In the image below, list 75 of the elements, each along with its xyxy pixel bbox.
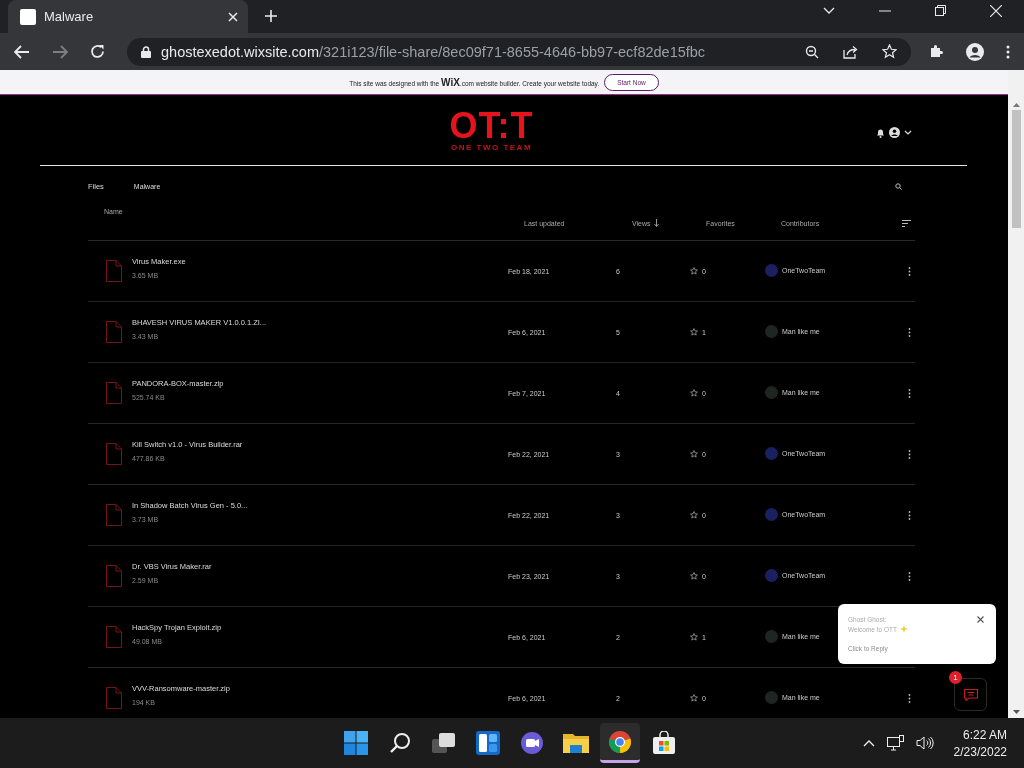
star-icon[interactable] (690, 633, 698, 641)
browser-logo-icon (608, 729, 632, 754)
volume-icon[interactable] (915, 736, 934, 750)
more-options-icon[interactable] (908, 510, 911, 520)
star-icon[interactable] (690, 389, 698, 397)
site-favicon-icon (20, 8, 36, 25)
scroll-up-icon[interactable] (1012, 103, 1020, 107)
sparkle-icon (900, 625, 908, 633)
scroll-down-icon[interactable] (1012, 710, 1020, 714)
file-icon (106, 321, 122, 343)
user-avatar-icon[interactable] (889, 127, 900, 138)
scrollbar-thumb[interactable] (1011, 110, 1021, 228)
bookmark-star-icon[interactable] (882, 44, 897, 59)
chat-icon (963, 688, 978, 701)
chrome-taskbar-button[interactable] (600, 723, 640, 763)
back-icon[interactable] (14, 44, 30, 59)
chevron-down-icon[interactable] (904, 130, 912, 135)
search-icon[interactable] (895, 182, 902, 190)
file-icon (106, 565, 122, 587)
tab-title: Malware (44, 9, 95, 24)
tab-search-icon[interactable] (823, 6, 835, 15)
more-menu-icon[interactable] (1006, 44, 1010, 59)
logo-subtitle: ONE TWO TEAM (450, 142, 533, 152)
show-hidden-icons-icon[interactable] (862, 739, 875, 747)
extensions-icon[interactable] (929, 44, 944, 59)
search-icon (389, 732, 411, 754)
star-icon[interactable] (690, 694, 698, 702)
file-icon (106, 382, 122, 404)
star-icon[interactable] (690, 511, 698, 519)
restore-icon[interactable] (935, 5, 946, 16)
profile-icon[interactable] (966, 42, 984, 61)
more-options-icon[interactable] (908, 571, 911, 581)
notification-bell-icon[interactable] (876, 127, 885, 138)
reload-icon[interactable] (90, 44, 105, 59)
scrollbar[interactable] (1008, 70, 1024, 718)
more-options-icon[interactable] (908, 327, 911, 337)
clock-date[interactable]: 2/23/2022 (953, 744, 1007, 759)
store-bag-icon (652, 731, 676, 755)
close-icon[interactable] (977, 616, 984, 623)
close-tab-icon[interactable] (228, 11, 238, 22)
new-tab-icon[interactable] (264, 9, 278, 23)
lock-icon (141, 45, 151, 58)
zoom-out-icon[interactable] (805, 44, 819, 59)
star-icon[interactable] (690, 572, 698, 580)
more-options-icon[interactable] (908, 693, 911, 703)
star-icon[interactable] (690, 267, 698, 275)
more-options-icon[interactable] (908, 449, 911, 459)
star-icon[interactable] (690, 328, 698, 336)
file-icon (106, 260, 122, 282)
browser-tab[interactable]: Malware (8, 0, 248, 33)
file-icon (106, 504, 122, 526)
file-icon (106, 687, 122, 709)
forward-icon[interactable] (52, 44, 68, 59)
url-path: /321i123/file-share/8ec09f71-8655-4646-bb97-ecf82de15fbc (318, 43, 706, 60)
file-icon (106, 443, 122, 465)
windows-logo-icon (344, 731, 368, 755)
address-field[interactable]: ghostexedot.wixsite.com/321i123/file-share/8ec09f71-8655-4646-bb97-ecf82de15fbc (127, 37, 911, 66)
sort-options-icon[interactable] (902, 219, 911, 227)
site-logo[interactable]: OT:T (449, 108, 534, 143)
minimize-icon[interactable] (879, 9, 891, 12)
widgets-icon (476, 731, 500, 755)
file-icon (106, 626, 122, 648)
task-view-icon (432, 732, 456, 754)
sort-down-icon[interactable] (653, 219, 659, 227)
more-options-icon[interactable] (908, 388, 911, 398)
share-icon[interactable] (843, 44, 858, 59)
folder-icon (563, 732, 589, 754)
more-options-icon[interactable] (908, 266, 911, 276)
unread-badge: 1 (949, 671, 962, 684)
clock-time[interactable]: 6:22 AM (962, 727, 1007, 742)
chat-button[interactable] (954, 678, 987, 711)
url-domain: ghostexedot.wixsite.com (161, 43, 319, 60)
star-icon[interactable] (690, 450, 698, 458)
video-chat-icon (520, 731, 544, 755)
network-icon[interactable] (886, 735, 904, 751)
